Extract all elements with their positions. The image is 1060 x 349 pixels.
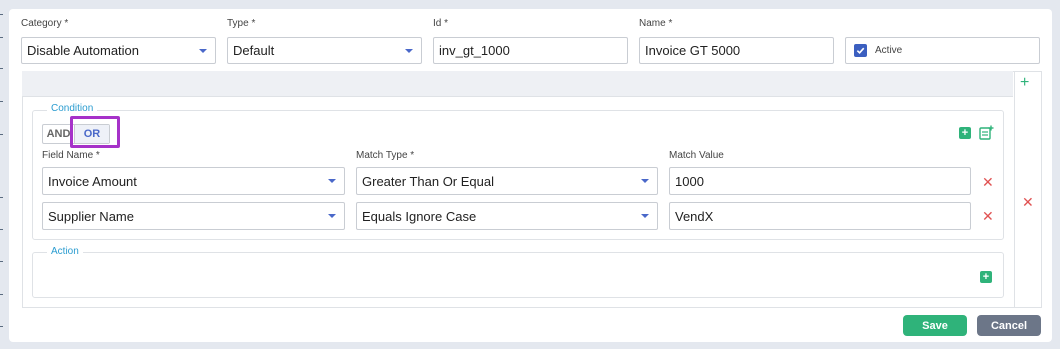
edge-tick	[0, 37, 3, 38]
check-icon	[856, 47, 865, 55]
save-button[interactable]: Save	[903, 315, 967, 336]
field-name-select[interactable]: Supplier Name	[42, 202, 345, 230]
match-value-label: Match Value	[669, 150, 724, 161]
rule-actions-column	[1014, 71, 1042, 308]
match-type-select[interactable]: Greater Than Or Equal	[356, 167, 658, 195]
type-label: Type *	[227, 18, 256, 29]
active-field: Active	[845, 37, 1040, 64]
field-name-value: Supplier Name	[48, 208, 134, 224]
remove-rule-button[interactable]: ✕	[1022, 195, 1034, 209]
caret-down-icon	[199, 49, 207, 53]
plus-square-icon: +	[980, 271, 992, 283]
close-icon: ✕	[1022, 194, 1034, 210]
add-action-button[interactable]: +	[980, 271, 992, 283]
caret-down-icon	[405, 49, 413, 53]
category-label: Category *	[21, 18, 69, 29]
condition-legend: Condition	[47, 103, 98, 114]
edge-tick	[0, 134, 3, 135]
add-condition-button[interactable]: +	[959, 127, 971, 139]
edge-tick	[0, 14, 3, 15]
edge-tick	[0, 197, 3, 198]
plus-icon: +	[1020, 74, 1030, 91]
cancel-button[interactable]: Cancel	[977, 315, 1041, 336]
id-value: inv_gt_1000	[439, 43, 510, 58]
caret-down-icon	[641, 214, 649, 218]
id-label: Id *	[433, 18, 449, 29]
rule-header-bar	[22, 71, 1013, 97]
caret-down-icon	[328, 179, 336, 183]
type-value: Default	[233, 43, 275, 58]
type-select[interactable]: Default	[227, 37, 422, 64]
plus-square-icon: +	[959, 127, 971, 139]
remove-condition-button[interactable]: ✕	[982, 175, 994, 189]
caret-down-icon	[641, 179, 649, 183]
edge-tick	[0, 326, 3, 327]
field-name-value: Invoice Amount	[48, 173, 137, 189]
name-value: Invoice GT 5000	[645, 43, 741, 58]
name-label: Name *	[639, 18, 673, 29]
active-label: Active	[875, 45, 903, 56]
close-icon: ✕	[982, 208, 994, 224]
match-type-value: Equals Ignore Case	[362, 208, 477, 224]
add-group-button[interactable]	[979, 125, 994, 145]
add-rule-button[interactable]: +	[1020, 75, 1029, 91]
active-checkbox[interactable]	[854, 44, 867, 57]
close-icon: ✕	[982, 174, 994, 190]
edge-tick	[0, 229, 3, 230]
add-note-icon	[979, 125, 994, 140]
match-value-text: VendX	[675, 208, 714, 224]
name-input[interactable]: Invoice GT 5000	[639, 37, 834, 64]
action-legend: Action	[47, 246, 83, 257]
selection-highlight	[70, 116, 120, 148]
remove-condition-button[interactable]: ✕	[982, 209, 994, 223]
category-select[interactable]: Disable Automation	[21, 37, 216, 64]
edge-tick	[0, 261, 3, 262]
edge-tick	[0, 294, 3, 295]
match-type-label: Match Type *	[356, 150, 415, 161]
caret-down-icon	[328, 214, 336, 218]
match-type-select[interactable]: Equals Ignore Case	[356, 202, 658, 230]
edge-tick	[0, 68, 3, 69]
action-fieldset	[32, 252, 1004, 298]
edge-tick	[0, 101, 3, 102]
category-value: Disable Automation	[27, 43, 140, 58]
field-name-label: Field Name *	[42, 150, 100, 161]
match-value-input[interactable]: VendX	[669, 202, 971, 230]
match-type-value: Greater Than Or Equal	[362, 173, 494, 189]
id-input[interactable]: inv_gt_1000	[433, 37, 628, 64]
match-value-input[interactable]: 1000	[669, 167, 971, 195]
match-value-text: 1000	[675, 173, 704, 189]
field-name-select[interactable]: Invoice Amount	[42, 167, 345, 195]
